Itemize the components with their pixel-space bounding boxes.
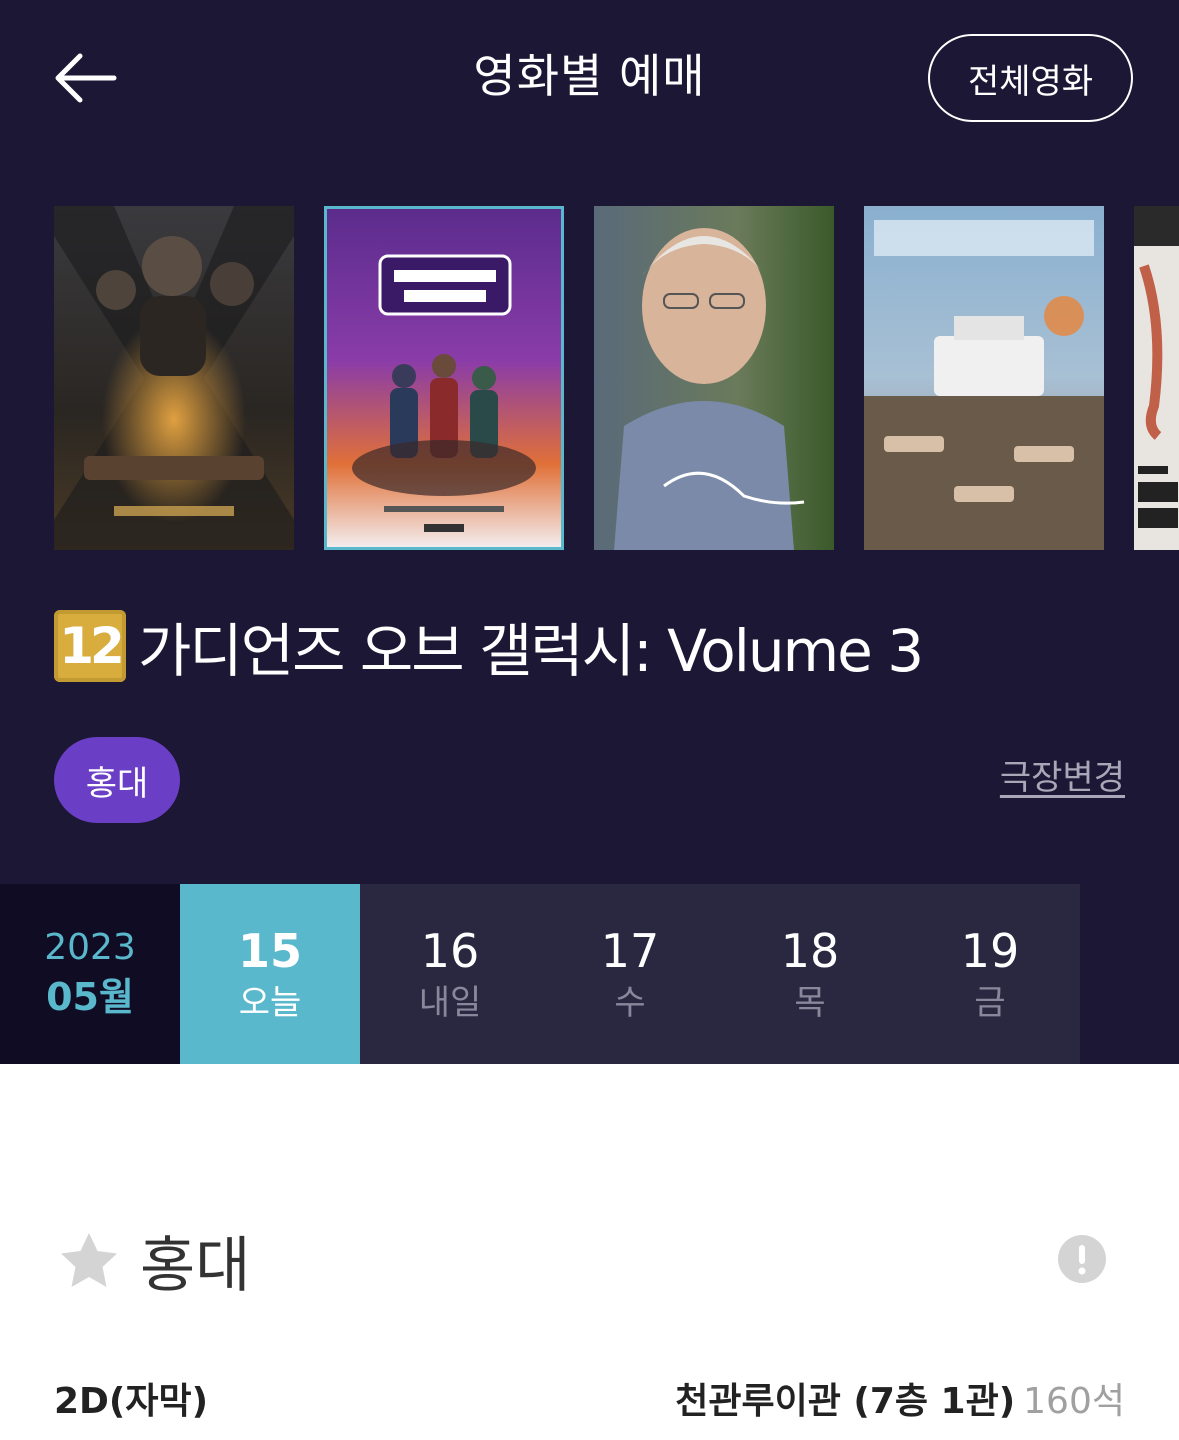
day-number: 16: [420, 924, 480, 978]
theater-chip[interactable]: 홍대: [54, 737, 180, 823]
schedule-theater-name: 홍대: [140, 1230, 251, 1301]
hall-name: 천관루이관 (7층 1관): [675, 1381, 1016, 1422]
poster-3[interactable]: [594, 206, 834, 550]
exclamation-icon[interactable]: [1057, 1234, 1107, 1284]
all-movies-button[interactable]: 전체영화: [928, 34, 1133, 122]
day-list: 15 오늘 16 내일 17 수 18 목 19 금: [180, 884, 1080, 1064]
day-16[interactable]: 16 내일: [360, 884, 540, 1064]
date-selector: 2023 05월 15 오늘 16 내일 17 수 18 목 19 금: [0, 884, 1179, 1064]
day-19[interactable]: 19 금: [900, 884, 1080, 1064]
day-number: 15: [237, 924, 302, 978]
star-icon[interactable]: [54, 1225, 124, 1295]
seat-count: 160석: [1023, 1381, 1125, 1422]
year-label: 2023: [44, 927, 136, 968]
screening-format: 2D(자막): [54, 1381, 209, 1422]
day-label: 내일: [418, 983, 482, 1023]
date-selector-tail: [1080, 884, 1179, 1064]
day-18[interactable]: 18 목: [720, 884, 900, 1064]
poster-carousel[interactable]: [0, 206, 1179, 552]
day-label: 오늘: [238, 983, 302, 1023]
poster-2[interactable]: [324, 206, 564, 550]
day-label: 금: [974, 983, 1006, 1023]
month-label: 05월: [46, 975, 134, 1019]
day-label: 목: [794, 983, 826, 1023]
change-theater-link[interactable]: 극장변경: [1000, 750, 1125, 799]
top-panel: 영화별 예매 전체영화 12 가디언즈 오브 갤럭시: Volume 3 홍대 …: [0, 0, 1179, 1064]
poster-4[interactable]: [864, 206, 1104, 550]
hall-info: 천관루이관 (7층 1관) 160석: [675, 1372, 1125, 1424]
poster-1[interactable]: [54, 206, 294, 550]
month-cell: 2023 05월: [0, 884, 180, 1064]
schedule-theater-header: 홍대: [54, 1218, 250, 1302]
movie-title-row: 12 가디언즈 오브 갤럭시: Volume 3: [54, 606, 924, 686]
day-number: 19: [960, 924, 1020, 978]
day-number: 18: [780, 924, 840, 978]
movie-title: 가디언즈 오브 갤럭시: Volume 3: [138, 617, 924, 685]
day-number: 17: [600, 924, 660, 978]
day-15[interactable]: 15 오늘: [180, 884, 360, 1064]
day-17[interactable]: 17 수: [540, 884, 720, 1064]
age-rating-badge: 12: [54, 610, 126, 682]
day-label: 수: [614, 983, 646, 1023]
poster-5[interactable]: [1134, 206, 1179, 550]
